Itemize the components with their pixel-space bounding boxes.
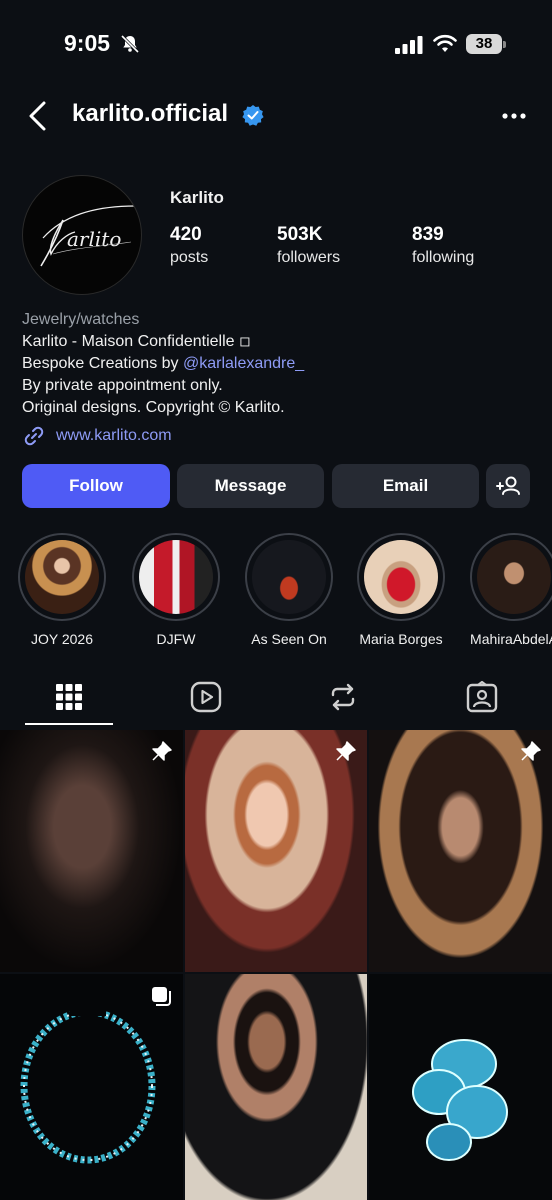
stat-following[interactable]: 839 following — [412, 224, 474, 267]
stat-posts-label: posts — [170, 249, 209, 266]
post-tile-3[interactable] — [369, 730, 552, 972]
pin-icon — [521, 741, 541, 761]
bio-line-3: By private appointment only. — [22, 377, 223, 394]
bio-category: Jewelry/watches — [22, 311, 140, 328]
bio-line-2-text: Bespoke Creations by — [22, 355, 183, 372]
reels-icon[interactable] — [189, 680, 223, 714]
silent-bell-icon — [120, 34, 140, 54]
highlight-ring — [470, 533, 552, 621]
more-options-icon[interactable] — [500, 106, 528, 126]
karlito-logo: arlito — [40, 205, 136, 267]
cellular-signal-icon — [395, 36, 423, 54]
post-tile-1[interactable] — [0, 730, 183, 972]
battery-cap — [503, 41, 506, 48]
active-tab-indicator — [25, 723, 113, 725]
tagged-icon[interactable] — [465, 680, 499, 714]
stat-followers[interactable]: 503K followers — [277, 224, 340, 267]
highlight-thumbnail — [364, 540, 438, 614]
profile-avatar[interactable]: arlito — [22, 175, 142, 295]
suggested-users-button[interactable] — [486, 464, 530, 508]
highlight-label: As Seen On — [251, 631, 327, 647]
highlight-label: JOY 2026 — [30, 631, 93, 647]
highlight-djfw[interactable]: DJFW — [132, 533, 220, 647]
add-person-icon — [496, 476, 520, 495]
stat-followers-label: followers — [277, 249, 341, 266]
highlight-label: MahiraAbdelA — [470, 631, 552, 647]
battery-indicator: 38 — [466, 34, 502, 54]
verified-badge-icon — [242, 105, 264, 126]
highlight-ring — [18, 533, 106, 621]
back-arrow-icon[interactable] — [26, 100, 50, 132]
highlight-ring — [357, 533, 445, 621]
carousel-icon — [152, 987, 171, 1006]
stat-following-value: 839 — [412, 224, 444, 245]
bio-line-4: Original designs. Copyright © Karlito. — [22, 399, 285, 416]
profile-bio: Jewelry/watches Karlito - Maison Confide… — [22, 309, 304, 419]
profile-display-name: Karlito — [170, 188, 224, 207]
stat-following-label: following — [412, 249, 475, 266]
post-tile-4[interactable] — [0, 974, 183, 1200]
highlight-thumbnail — [25, 540, 99, 614]
highlight-mahira[interactable]: MahiraAbdelA — [470, 533, 552, 647]
stat-posts-value: 420 — [170, 224, 202, 245]
highlight-label: Maria Borges — [359, 631, 443, 647]
website-link[interactable]: www.karlito.com — [22, 424, 172, 448]
link-icon — [24, 426, 44, 446]
email-button[interactable]: Email — [332, 464, 479, 508]
highlight-joy-2026[interactable]: JOY 2026 — [18, 533, 106, 647]
bio-mention-link[interactable]: @karlalexandre_ — [183, 355, 304, 372]
stat-followers-value: 503K — [277, 224, 323, 245]
highlight-as-seen-on[interactable]: As Seen On — [245, 533, 333, 647]
highlight-ring — [132, 533, 220, 621]
highlight-thumbnail — [252, 540, 326, 614]
highlight-thumbnail — [139, 540, 213, 614]
bio-line-2: Bespoke Creations by @karlalexandre_ — [22, 353, 304, 375]
profile-username: karlito.official — [72, 100, 229, 127]
svg-text:arlito: arlito — [67, 227, 121, 251]
follow-button[interactable]: Follow — [22, 464, 170, 508]
status-time: 9:05 — [64, 30, 111, 56]
highlight-ring — [245, 533, 333, 621]
pin-icon — [152, 741, 172, 761]
wifi-icon — [433, 34, 457, 52]
website-link-text[interactable]: www.karlito.com — [56, 427, 172, 445]
post-tile-5[interactable] — [185, 974, 367, 1200]
reposts-icon[interactable] — [326, 680, 360, 714]
bio-line-1: Karlito - Maison Confidentielle ◽ — [22, 333, 251, 350]
post-tile-6[interactable] — [369, 974, 552, 1200]
pin-icon — [336, 741, 356, 761]
highlight-maria-borges[interactable]: Maria Borges — [357, 533, 445, 647]
message-button[interactable]: Message — [177, 464, 324, 508]
highlight-label: DJFW — [156, 631, 196, 647]
ring-image — [412, 1039, 508, 1161]
stat-posts[interactable]: 420 posts — [170, 224, 208, 267]
grid-icon[interactable] — [52, 680, 86, 714]
post-tile-2[interactable] — [185, 730, 367, 972]
highlight-thumbnail — [477, 540, 551, 614]
